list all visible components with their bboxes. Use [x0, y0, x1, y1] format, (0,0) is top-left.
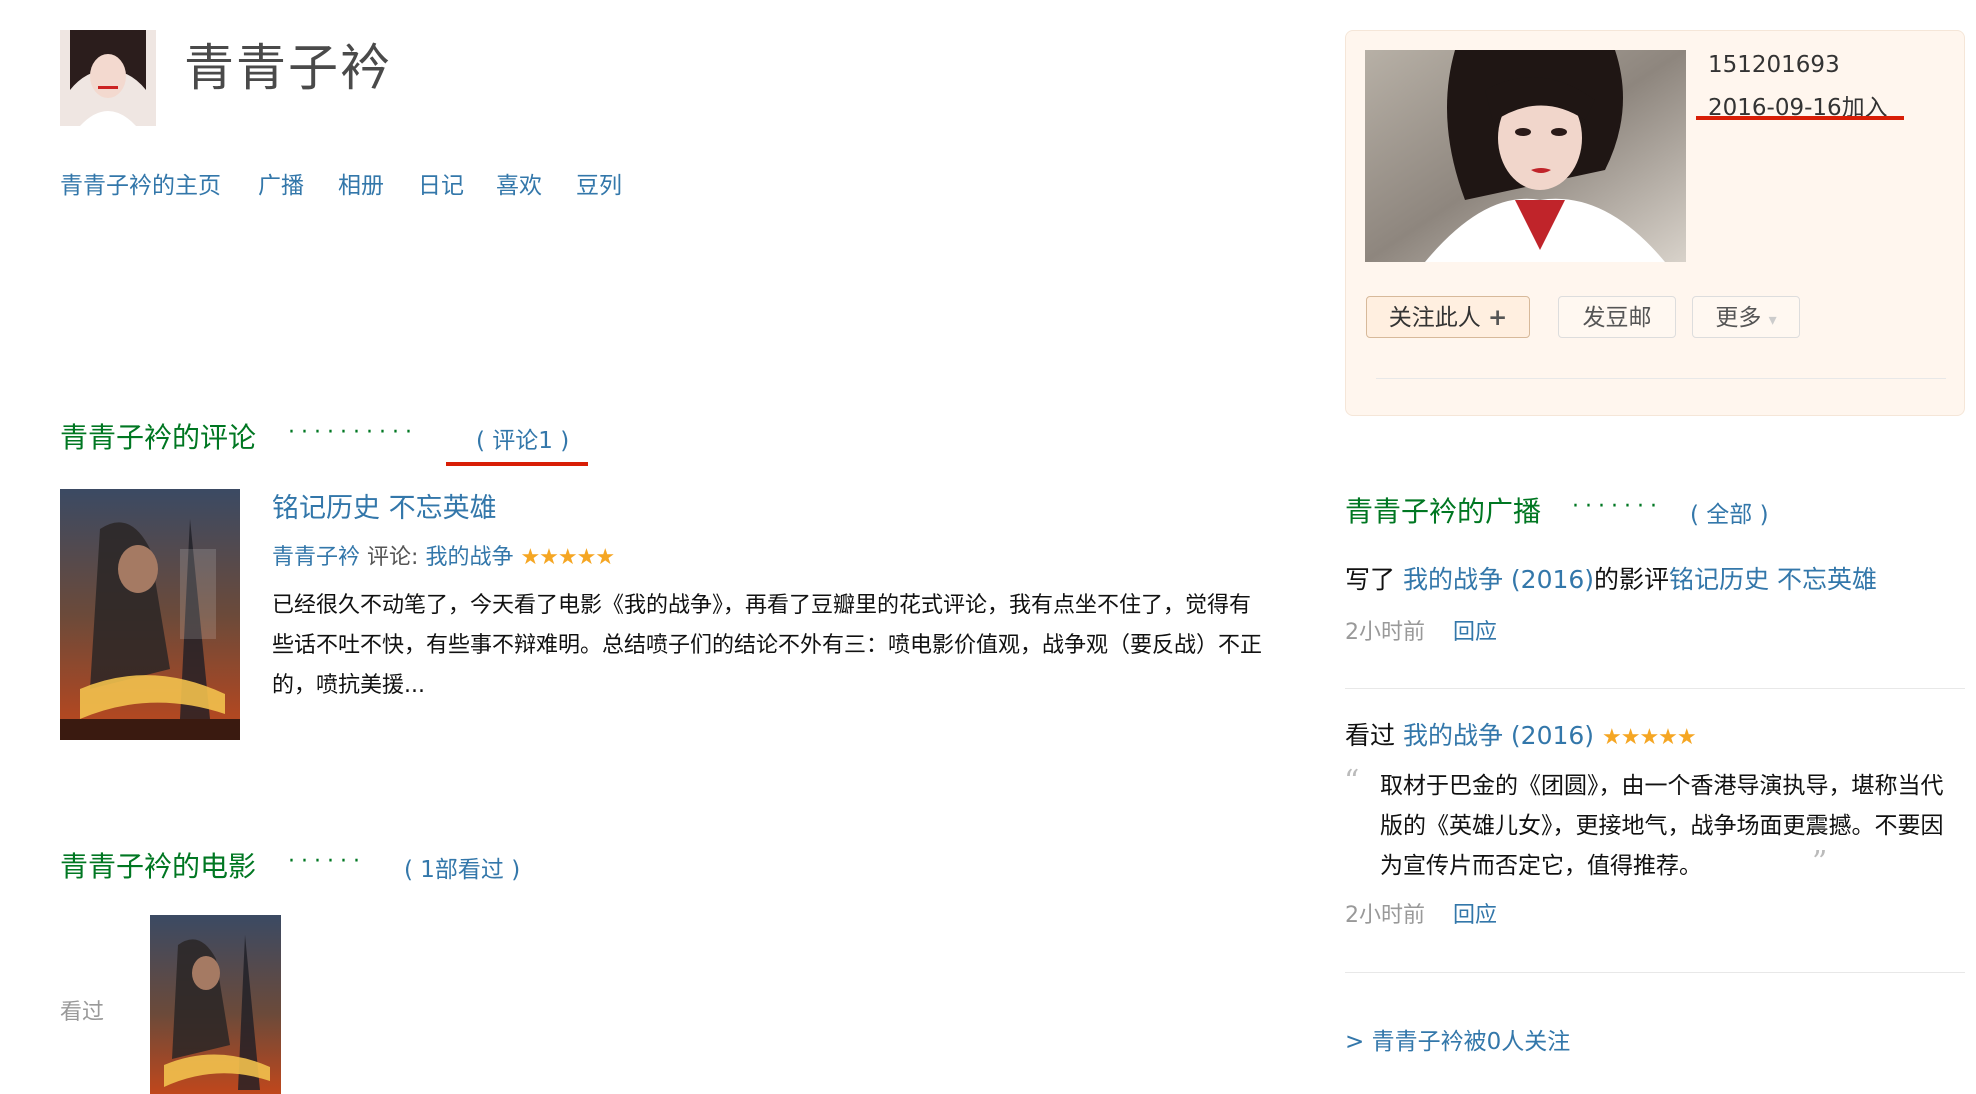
more-button-label: 更多	[1715, 305, 1762, 331]
divider	[1345, 972, 1965, 973]
followers-link[interactable]: > 青青子衿被0人关注	[1345, 1022, 1570, 1056]
review-movie-link[interactable]: 我的战争	[425, 545, 513, 570]
movies-count-link[interactable]: 1部看过	[420, 857, 504, 883]
broadcast-item: 看过 我的战争 (2016) ★★★★★	[1345, 716, 1697, 752]
section-dots: ·······	[1572, 494, 1663, 519]
nav-doulist[interactable]: 豆列	[576, 166, 622, 200]
page-title: 青青子衿	[184, 39, 392, 97]
broadcast-item: 写了 我的战争 (2016)的影评铭记历史 不忘英雄	[1345, 560, 1877, 596]
send-mail-button[interactable]: 发豆邮	[1558, 296, 1676, 338]
paren-open: (	[1690, 502, 1699, 528]
more-button[interactable]: 更多 ▾	[1692, 296, 1800, 338]
reply-link[interactable]: 回应	[1453, 620, 1497, 645]
quote-open-icon: “	[1344, 764, 1360, 799]
reviews-section-title: 青青子衿的评论	[60, 421, 257, 454]
broadcast-meta: 2小时前 回应	[1345, 614, 1497, 646]
review-author-link[interactable]: 青青子衿	[272, 545, 360, 570]
divider	[1345, 688, 1965, 689]
review-title-link[interactable]: 铭记历史 不忘英雄	[272, 486, 497, 525]
avatar[interactable]	[60, 30, 156, 126]
nav-home[interactable]: 青青子衿的主页	[60, 166, 221, 200]
broadcast-time: 2小时前	[1345, 620, 1425, 645]
quote-close-icon: ”	[1812, 845, 1828, 880]
broadcast-verb: 看过	[1345, 721, 1396, 750]
broadcast-movie-link[interactable]: 我的战争 (2016)	[1403, 565, 1594, 594]
broadcast-review-link[interactable]: 铭记历史 不忘英雄	[1669, 565, 1877, 594]
broadcast-movie-link[interactable]: 我的战争 (2016)	[1403, 721, 1594, 750]
nav-diary[interactable]: 日记	[418, 166, 464, 200]
section-dots: ······	[288, 849, 366, 874]
broadcast-quote: 取材于巴金的《团圆》，由一个香港导演执导，堪称当代版的《英雄儿女》，更接地气，战…	[1380, 773, 1944, 879]
paren-open: (	[476, 428, 485, 454]
nav-album[interactable]: 相册	[338, 166, 384, 200]
plus-icon: +	[1488, 305, 1508, 331]
follow-button[interactable]: 关注此人 +	[1366, 296, 1530, 338]
rating-stars: ★★★★★	[520, 545, 615, 570]
nav-likes[interactable]: 喜欢	[496, 166, 542, 200]
paren-close: )	[511, 857, 521, 883]
red-underline	[1696, 116, 1904, 120]
broadcast-all: ( 全部 )	[1690, 495, 1769, 529]
paren-close: )	[1759, 502, 1769, 528]
movies-count: ( 1部看过 )	[404, 850, 520, 884]
broadcast-time: 2小时前	[1345, 903, 1425, 928]
broadcast-verb: 写了	[1345, 565, 1396, 594]
seen-label: 看过	[60, 1000, 105, 1025]
red-underline	[446, 462, 588, 466]
follow-button-label: 关注此人	[1388, 305, 1481, 331]
review-movie-poster[interactable]	[60, 489, 240, 740]
section-dots: ··········	[288, 420, 418, 445]
broadcast-all-link[interactable]: 全部	[1706, 502, 1752, 528]
review-label: 评论:	[367, 545, 419, 570]
review-meta: 青青子衿 评论: 我的战争 ★★★★★	[272, 539, 615, 571]
paren-close: )	[560, 428, 570, 454]
reviews-count: ( 评论1 )	[476, 421, 569, 455]
reviews-count-link[interactable]: 评论1	[492, 428, 553, 454]
rating-stars: ★★★★★	[1602, 725, 1697, 750]
chevron-down-icon: ▾	[1768, 310, 1777, 329]
broadcast-section-title: 青青子衿的广播	[1345, 495, 1542, 528]
profile-photo[interactable]	[1365, 50, 1686, 262]
review-excerpt: 已经很久不动笔了，今天看了电影《我的战争》，再看了豆瓣里的花式评论，我有点坐不住…	[272, 593, 1263, 698]
seen-movie-poster[interactable]	[150, 915, 281, 1094]
broadcast-middle-text: 的影评	[1594, 565, 1670, 594]
user-id: 151201693	[1708, 52, 1840, 78]
movies-section-title: 青青子衿的电影	[60, 850, 257, 883]
broadcast-meta: 2小时前 回应	[1345, 897, 1497, 929]
divider	[1376, 378, 1946, 379]
nav-broadcast[interactable]: 广播	[258, 166, 304, 200]
paren-open: (	[404, 857, 413, 883]
reply-link[interactable]: 回应	[1453, 903, 1497, 928]
